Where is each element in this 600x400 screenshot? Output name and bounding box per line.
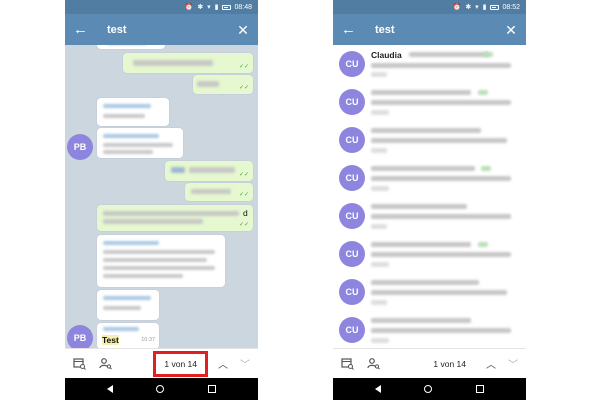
battery-icon bbox=[490, 4, 500, 10]
message-bubble-outgoing: ✓✓ bbox=[185, 183, 253, 201]
user-search-icon[interactable] bbox=[365, 356, 381, 372]
message-bubble-incoming bbox=[97, 128, 183, 158]
back-arrow-icon[interactable]: ← bbox=[73, 22, 89, 37]
phone-screen-results: ⏰ ✱ ▾ ▮ 08:52 ← test ✕ CU Claudia CU CU bbox=[333, 0, 526, 400]
status-bar: ⏰ ✱ ▾ ▮ 08:52 bbox=[333, 0, 526, 14]
message-bubble-outgoing: ✓✓ bbox=[165, 161, 253, 181]
avatar: CU bbox=[339, 127, 365, 153]
result-name: Claudia bbox=[371, 50, 402, 60]
search-result-item[interactable]: CU bbox=[333, 235, 526, 273]
system-nav-bar bbox=[333, 378, 526, 400]
message-bubble-incoming bbox=[97, 290, 159, 320]
avatar: CU bbox=[339, 279, 365, 305]
search-app-bar: ← test ✕ bbox=[65, 14, 258, 45]
message-bubble-incoming bbox=[97, 235, 225, 287]
search-result-item[interactable]: CU Claudia bbox=[333, 45, 526, 83]
chevron-down-icon[interactable]: ﹀ bbox=[238, 356, 252, 371]
close-icon[interactable]: ✕ bbox=[236, 23, 250, 37]
chevron-up-icon[interactable]: ︿ bbox=[216, 356, 230, 371]
message-bubble bbox=[97, 45, 165, 49]
message-bubble-incoming bbox=[97, 98, 169, 126]
partial-message-text: d bbox=[243, 208, 248, 218]
phone-screen-chat: ⏰ ✱ ▾ ▮ 08:48 ← test ✕ ✓✓ ✓✓ PB ✓✓ ✓✓ d … bbox=[65, 0, 258, 400]
nav-back-icon[interactable] bbox=[106, 385, 113, 393]
search-result-item[interactable]: CU bbox=[333, 273, 526, 311]
nav-home-icon[interactable] bbox=[424, 385, 433, 393]
user-search-icon[interactable] bbox=[97, 356, 113, 372]
avatar: CU bbox=[339, 89, 365, 115]
search-result-item[interactable]: CU bbox=[333, 197, 526, 235]
search-navigation-bar: 1 von 14 ︿ ﹀ bbox=[65, 348, 258, 378]
chevron-up-icon[interactable]: ︿ bbox=[484, 356, 498, 371]
nav-back-icon[interactable] bbox=[374, 385, 381, 393]
search-result-item[interactable]: CU bbox=[333, 83, 526, 121]
search-navigation-bar: 1 von 14 ︿ ﹀ bbox=[333, 348, 526, 378]
search-app-bar: ← test ✕ bbox=[333, 14, 526, 45]
system-nav-bar bbox=[65, 378, 258, 400]
search-query[interactable]: test bbox=[375, 24, 504, 36]
search-result-item[interactable]: CU bbox=[333, 311, 526, 348]
avatar[interactable]: PB bbox=[67, 325, 93, 348]
avatar[interactable]: PB bbox=[67, 134, 93, 160]
search-result-counter: 1 von 14 bbox=[433, 358, 466, 369]
status-bar: ⏰ ✱ ▾ ▮ 08:48 bbox=[65, 0, 258, 14]
message-bubble-outgoing: ✓✓ bbox=[123, 53, 253, 73]
close-icon[interactable]: ✕ bbox=[504, 23, 518, 37]
search-results-list[interactable]: CU Claudia CU CU CU CU CU CU CU bbox=[333, 45, 526, 348]
status-time: 08:48 bbox=[234, 3, 252, 11]
nav-recents-icon[interactable] bbox=[208, 385, 217, 393]
message-text-highlighted: Test bbox=[102, 335, 119, 345]
nav-recents-icon[interactable] bbox=[476, 385, 485, 393]
message-bubble-outgoing: ✓✓ bbox=[193, 75, 253, 94]
status-icons: ⏰ ✱ ▾ ▮ bbox=[452, 4, 488, 11]
message-bubble-outgoing: d ✓✓ bbox=[97, 205, 253, 231]
back-arrow-icon[interactable]: ← bbox=[341, 22, 357, 37]
search-query[interactable]: test bbox=[107, 24, 236, 36]
nav-home-icon[interactable] bbox=[156, 385, 165, 393]
chevron-down-icon[interactable]: ﹀ bbox=[506, 356, 520, 371]
search-result-counter: 1 von 14 bbox=[153, 350, 208, 377]
avatar: CU bbox=[339, 165, 365, 191]
message-time: 10:37 bbox=[141, 337, 155, 343]
calendar-search-icon[interactable] bbox=[339, 356, 355, 372]
avatar: CU bbox=[339, 203, 365, 229]
avatar: CU bbox=[339, 317, 365, 343]
status-time: 08:52 bbox=[502, 3, 520, 11]
chat-message-area[interactable]: ✓✓ ✓✓ PB ✓✓ ✓✓ d ✓✓ Test 10:37 PB bbox=[65, 45, 258, 348]
avatar: CU bbox=[339, 51, 365, 77]
avatar: CU bbox=[339, 241, 365, 267]
battery-icon bbox=[222, 4, 232, 10]
search-result-item[interactable]: CU bbox=[333, 159, 526, 197]
calendar-search-icon[interactable] bbox=[71, 356, 87, 372]
status-icons: ⏰ ✱ ▾ ▮ bbox=[184, 4, 220, 11]
message-bubble-incoming: Test 10:37 bbox=[97, 323, 159, 348]
search-result-item[interactable]: CU bbox=[333, 121, 526, 159]
